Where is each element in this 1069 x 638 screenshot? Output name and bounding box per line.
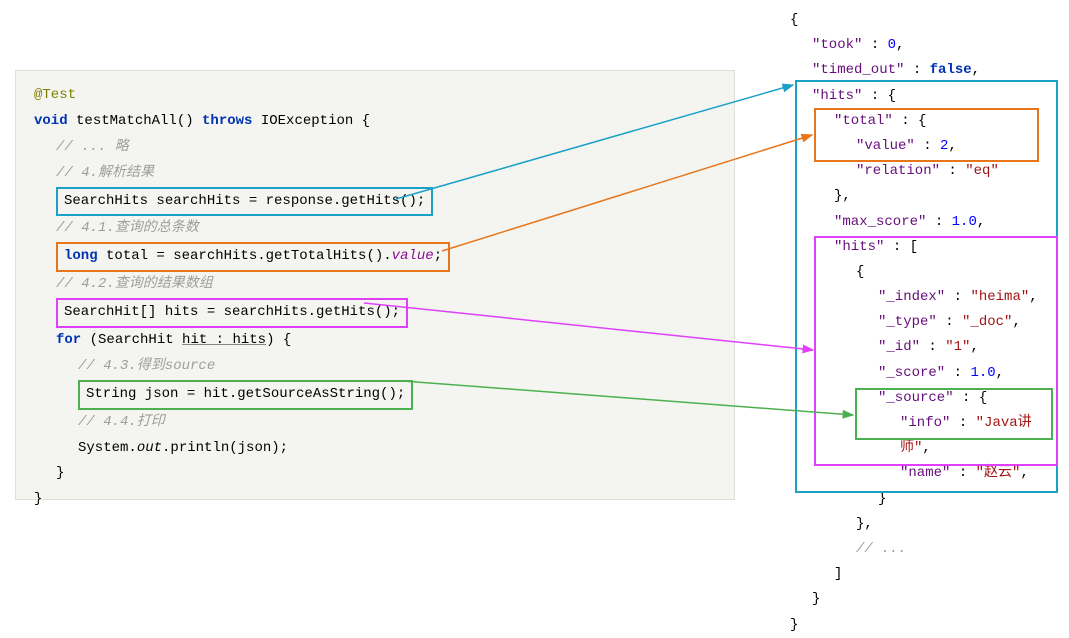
code-line: // ... 略 [34,135,716,161]
json-line: // ... [790,537,1055,562]
total-box: long total = searchHits.getTotalHits().v… [56,242,450,272]
code-line: // 4.3.得到source [34,354,716,380]
json-line: { [790,8,1055,33]
json-line: }, [790,512,1055,537]
json-line: } [790,613,1055,638]
code-line: // 4.4.打印 [34,410,716,436]
hits-box: SearchHits searchHits = response.getHits… [56,187,433,217]
arr-box: SearchHit[] hits = searchHits.getHits(); [56,298,408,328]
code-line: // 4.解析结果 [34,161,716,187]
src-box: String json = hit.getSourceAsString(); [78,380,413,410]
code-line: } [34,461,716,487]
code-line: String json = hit.getSourceAsString(); [34,380,716,410]
code-line: } [34,487,716,513]
code-line: System.out.println(json); [34,436,716,462]
json-line: ] [790,562,1055,587]
code-line: SearchHit[] hits = searchHits.getHits(); [34,298,716,328]
code-line: for (SearchHit hit : hits) { [34,328,716,354]
code-line: void testMatchAll() throws IOException { [34,109,716,135]
json-line: } [790,587,1055,612]
json-line: "took" : 0, [790,33,1055,58]
total-json-box [814,108,1039,162]
code-line: long total = searchHits.getTotalHits().v… [34,242,716,272]
code-line: SearchHits searchHits = response.getHits… [34,187,716,217]
code-line: // 4.1.查询的总条数 [34,216,716,242]
code-line: // 4.2.查询的结果数组 [34,272,716,298]
java-code-panel: @Test void testMatchAll() throws IOExcep… [15,70,735,500]
code-line: @Test [34,83,716,109]
source-json-box [855,388,1053,440]
annotation: @Test [34,87,76,103]
